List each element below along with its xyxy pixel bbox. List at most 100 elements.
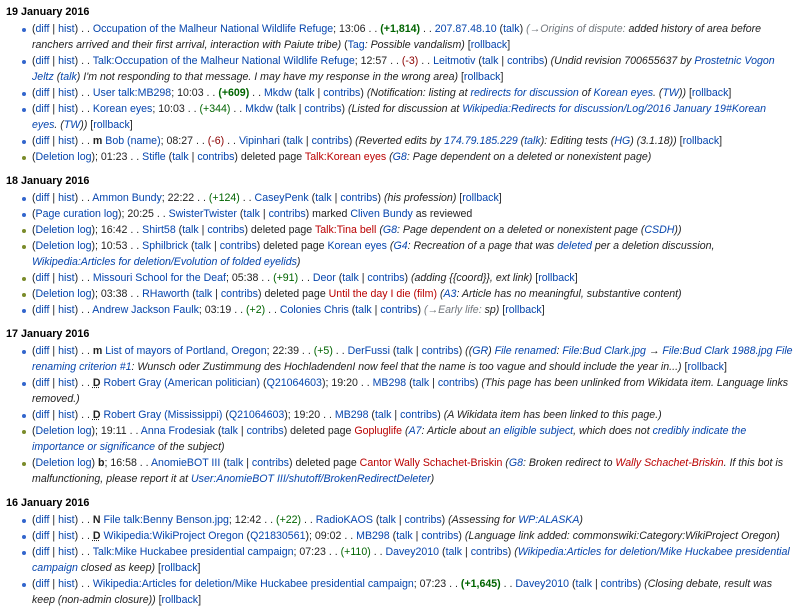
- rollback-link[interactable]: rollback: [93, 119, 130, 131]
- talk-link[interactable]: talk: [342, 272, 359, 284]
- cantor-wally-schachet-briskin-link[interactable]: Cantor Wally Schachet-Briskin: [360, 457, 503, 469]
- user-anomiebot-iii-shutoff-brokenredirec-link[interactable]: User:AnomieBOT III/shutoff/BrokenRedirec…: [191, 473, 431, 485]
- deletion-log-link[interactable]: Deletion log: [36, 288, 92, 300]
- rollback-link[interactable]: rollback: [162, 594, 199, 606]
- davey2010-link[interactable]: Davey2010: [385, 546, 439, 558]
- diff-link[interactable]: diff: [36, 304, 50, 316]
- diff-link[interactable]: diff: [36, 55, 50, 67]
- talk-link[interactable]: talk: [524, 135, 541, 147]
- hist-link[interactable]: hist: [58, 546, 75, 558]
- mkdw-link[interactable]: Mkdw: [264, 87, 292, 99]
- mkdw-link[interactable]: Mkdw: [245, 103, 273, 115]
- sphilbrick-link[interactable]: Sphilbrick: [142, 240, 188, 252]
- talk-link[interactable]: talk: [172, 151, 189, 163]
- hist-link[interactable]: hist: [58, 272, 75, 284]
- g8-link[interactable]: G8: [509, 457, 523, 469]
- diff-link[interactable]: diff: [36, 103, 50, 115]
- redirects-for-discussion-link[interactable]: redirects for discussion: [470, 87, 578, 99]
- deletion-log-link[interactable]: Deletion log: [36, 457, 92, 469]
- file-talk-benny-benson-jpg-link[interactable]: File talk:Benny Benson.jpg: [103, 514, 228, 526]
- hist-link[interactable]: hist: [58, 578, 75, 590]
- hist-link[interactable]: hist: [58, 304, 75, 316]
- q21064603-link[interactable]: Q21064603: [229, 409, 284, 421]
- csdh-link[interactable]: CSDH: [644, 224, 674, 236]
- mb298-link[interactable]: MB298: [373, 377, 407, 389]
- talk-link[interactable]: talk: [298, 87, 315, 99]
- hist-link[interactable]: hist: [58, 345, 75, 357]
- hist-link[interactable]: hist: [58, 192, 75, 204]
- g8-link[interactable]: G8: [383, 224, 397, 236]
- hist-link[interactable]: hist: [58, 87, 75, 99]
- diff-link[interactable]: diff: [36, 530, 50, 542]
- a3-link[interactable]: A3: [443, 288, 456, 300]
- contribs-link[interactable]: contribs: [380, 304, 417, 316]
- g8-link[interactable]: G8: [393, 151, 407, 163]
- ammon-bundy-link[interactable]: Ammon Bundy: [92, 192, 161, 204]
- diff-link[interactable]: diff: [36, 87, 50, 99]
- 174-79-185-229-link[interactable]: 174.79.185.229: [444, 135, 518, 147]
- until-the-day-i-die-film-link[interactable]: Until the day I die (film): [329, 288, 437, 300]
- hist-link[interactable]: hist: [58, 530, 75, 542]
- rollback-link[interactable]: rollback: [464, 71, 501, 83]
- talk-link[interactable]: talk: [503, 23, 520, 35]
- q21830561-link[interactable]: Q21830561: [250, 530, 305, 542]
- vipinhari-link[interactable]: Vipinhari: [239, 135, 280, 147]
- contribs-link[interactable]: contribs: [220, 240, 257, 252]
- hg-link[interactable]: HG: [614, 135, 630, 147]
- wikipedia-wikiproject-oregon-link[interactable]: Wikipedia:WikiProject Oregon: [103, 530, 243, 542]
- rollback-link[interactable]: rollback: [687, 361, 724, 373]
- diff-link[interactable]: diff: [36, 272, 50, 284]
- wikipedia-articles-for-deletion-evolutio-link[interactable]: Wikipedia:Articles for deletion/Evolutio…: [32, 256, 297, 268]
- talk-link[interactable]: talk: [396, 345, 413, 357]
- talk-link[interactable]: talk: [286, 135, 303, 147]
- contribs-link[interactable]: contribs: [221, 288, 258, 300]
- talk-link[interactable]: talk: [446, 546, 463, 558]
- deleted-link[interactable]: deleted: [557, 240, 592, 252]
- wp-alaska-link[interactable]: WP:ALASKA: [518, 514, 579, 526]
- talk-link[interactable]: talk: [413, 377, 430, 389]
- talk-link[interactable]: talk: [60, 71, 77, 83]
- talk-link[interactable]: talk: [482, 55, 499, 67]
- file-renamed-link[interactable]: File renamed: [495, 345, 557, 357]
- deletion-log-link[interactable]: Deletion log: [36, 240, 92, 252]
- talk-mike-huckabee-presidential-campaign-link[interactable]: Talk:Mike Huckabee presidential campaign: [93, 546, 294, 558]
- swistertwister-link[interactable]: SwisterTwister: [169, 208, 237, 220]
- hist-link[interactable]: hist: [58, 55, 75, 67]
- contribs-link[interactable]: contribs: [197, 151, 234, 163]
- talk-occupation-of-the-malheur-national--link[interactable]: Talk:Occupation of the Malheur National …: [93, 55, 355, 67]
- bob-name-link[interactable]: Bob (name): [105, 135, 160, 147]
- colonies-chris-link[interactable]: Colonies Chris: [280, 304, 349, 316]
- davey2010-link[interactable]: Davey2010: [515, 578, 569, 590]
- rollback-link[interactable]: rollback: [683, 135, 720, 147]
- tw-link[interactable]: TW: [64, 119, 80, 131]
- hist-link[interactable]: hist: [58, 103, 75, 115]
- list-of-mayors-of-portland-oregon-link[interactable]: List of mayors of Portland, Oregon: [105, 345, 266, 357]
- talk-link[interactable]: talk: [576, 578, 593, 590]
- hist-link[interactable]: hist: [58, 135, 75, 147]
- korean-eyes-link[interactable]: Korean eyes: [93, 103, 152, 115]
- contribs-link[interactable]: contribs: [340, 192, 377, 204]
- hist-link[interactable]: hist: [58, 23, 75, 35]
- hist-link[interactable]: hist: [58, 409, 75, 421]
- diff-link[interactable]: diff: [36, 514, 50, 526]
- deletion-log-link[interactable]: Deletion log: [36, 425, 92, 437]
- contribs-link[interactable]: contribs: [304, 103, 341, 115]
- contribs-link[interactable]: contribs: [367, 272, 404, 284]
- contribs-link[interactable]: contribs: [312, 135, 349, 147]
- talk-link[interactable]: talk: [227, 457, 244, 469]
- talk-link[interactable]: talk: [182, 224, 199, 236]
- cliven-bundy-link[interactable]: Cliven Bundy: [350, 208, 412, 220]
- diff-link[interactable]: diff: [36, 23, 50, 35]
- diff-link[interactable]: diff: [36, 192, 50, 204]
- diff-link[interactable]: diff: [36, 546, 50, 558]
- contribs-link[interactable]: contribs: [601, 578, 638, 590]
- shirt58-link[interactable]: Shirt58: [142, 224, 176, 236]
- user-talk-mb298-link[interactable]: User talk:MB298: [93, 87, 171, 99]
- contribs-link[interactable]: contribs: [471, 546, 508, 558]
- robert-gray-american-politician-link[interactable]: Robert Gray (American politician): [103, 377, 260, 389]
- contribs-link[interactable]: contribs: [422, 345, 459, 357]
- radiokaos-link[interactable]: RadioKAOS: [316, 514, 373, 526]
- an-eligible-subject-link[interactable]: an eligible subject: [489, 425, 573, 437]
- hist-link[interactable]: hist: [58, 514, 75, 526]
- occupation-of-the-malheur-national-wildl-link[interactable]: Occupation of the Malheur National Wildl…: [93, 23, 333, 35]
